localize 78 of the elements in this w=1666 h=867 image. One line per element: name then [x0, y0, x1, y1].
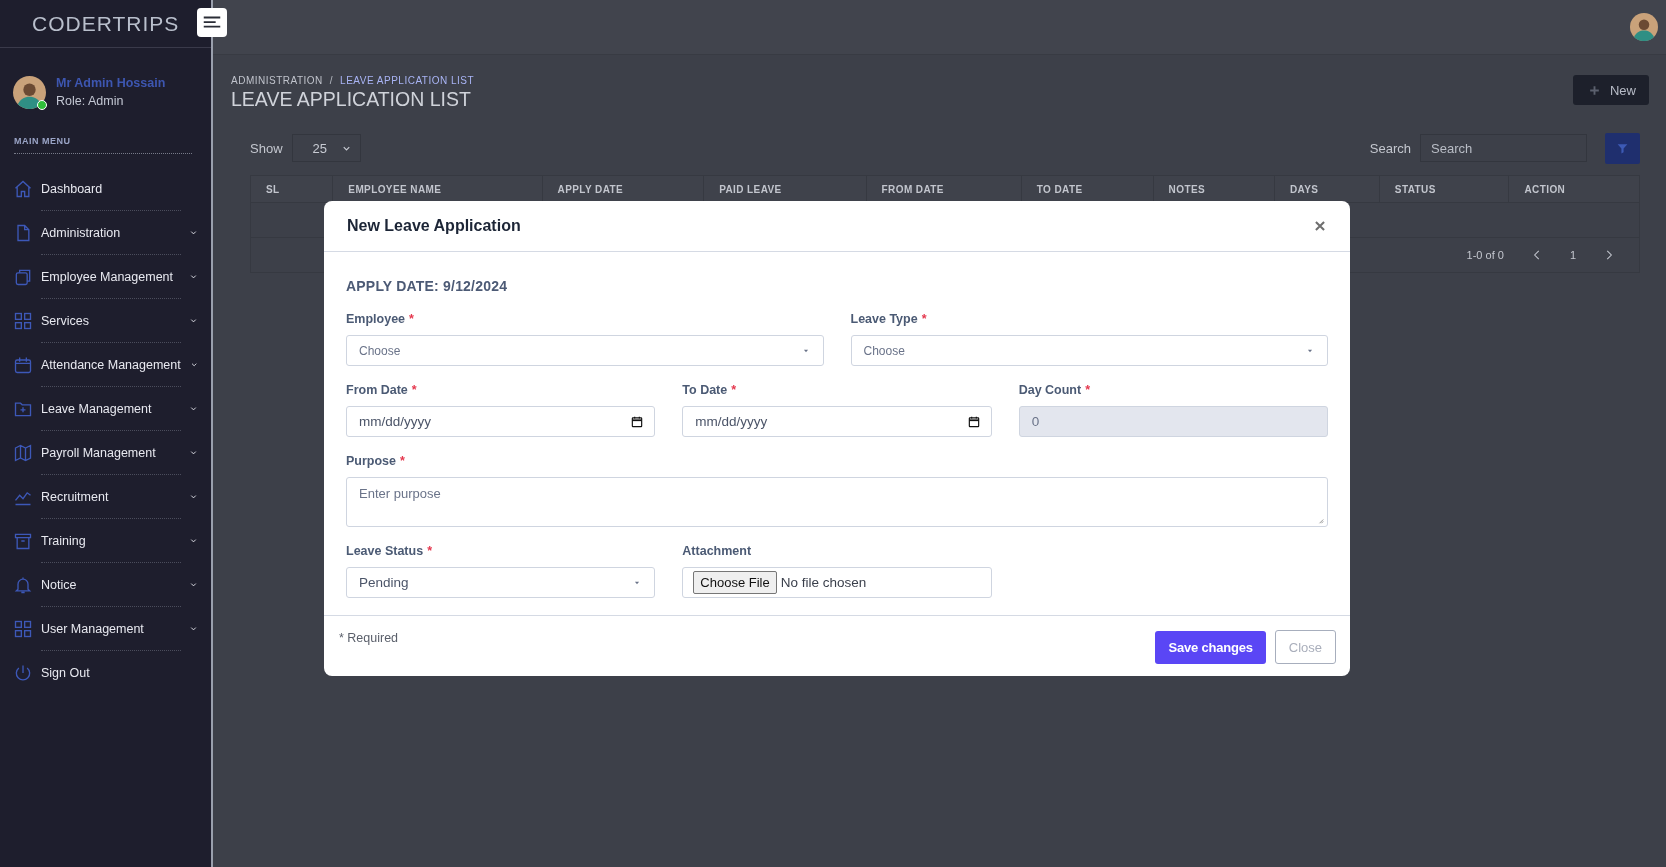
file-status: No file chosen: [780, 575, 867, 591]
column-header: ACTION: [1509, 175, 1640, 203]
user-name: Mr Admin Hossain: [56, 76, 166, 90]
column-header: APPLY DATE: [542, 175, 704, 203]
user-role: Role: Admin: [56, 94, 125, 108]
column-header: EMPLOYEE NAME: [332, 175, 543, 203]
grid-icon: [13, 618, 33, 639]
field-label: To Date: [682, 383, 728, 398]
sidebar-item[interactable]: User Management: [0, 607, 211, 650]
field-label: Day Count: [1018, 383, 1082, 398]
page-title: LEAVE APPLICATION LIST: [231, 88, 472, 111]
breadcrumb-current: LEAVE APPLICATION LIST: [340, 75, 475, 86]
sidebar-item[interactable]: Training: [0, 519, 211, 562]
column-header: PAID LEAVE: [703, 175, 867, 203]
field-label: From Date: [346, 383, 408, 398]
map-icon: [13, 442, 33, 463]
select-field[interactable]: Pending: [346, 567, 656, 599]
date-field[interactable]: mm/dd/yyyy: [346, 406, 656, 438]
text-area[interactable]: Enter purpose: [346, 477, 1328, 528]
column-header: TO DATE: [1021, 175, 1154, 203]
date-field[interactable]: mm/dd/yyyy: [682, 406, 992, 438]
sidebar-item[interactable]: Notice: [0, 563, 211, 606]
field-label: Purpose: [346, 454, 396, 469]
required-mark: *: [921, 312, 927, 327]
modal-title: New Leave Application: [347, 217, 521, 236]
user-avatar[interactable]: [1630, 13, 1658, 41]
field-label: Attachment: [682, 544, 752, 559]
column-header: STATUS: [1379, 175, 1509, 203]
field-label: Leave Status: [346, 544, 424, 559]
sidebar-item[interactable]: Attendance Management: [0, 343, 211, 386]
page-number[interactable]: 1: [1569, 249, 1576, 261]
column-header: DAYS: [1274, 175, 1380, 203]
breadcrumb-separator: /: [329, 75, 334, 86]
calendar-icon[interactable]: [966, 414, 981, 429]
grid-icon: [13, 310, 33, 331]
close-button[interactable]: [1313, 219, 1327, 234]
choose-file-button[interactable]: Choose File: [693, 571, 777, 595]
file-field[interactable]: Choose File No file chosen: [682, 567, 992, 599]
house-icon: [13, 178, 33, 199]
sidebar-item[interactable]: Employee Management: [0, 255, 211, 298]
brand-logo: CODERTRIPS: [32, 11, 180, 36]
search-field[interactable]: Search: [1420, 134, 1587, 162]
breadcrumb-link[interactable]: ADMINISTRATION: [231, 75, 323, 86]
show-label: Show: [250, 140, 283, 156]
required-note: * Required: [339, 631, 399, 648]
field-label: Leave Type: [850, 312, 918, 327]
field-label: Employee: [346, 312, 406, 327]
sidebar-item[interactable]: Sign Out: [0, 651, 211, 694]
search-label: Search: [1369, 140, 1411, 156]
filter-icon: [1616, 141, 1629, 155]
sidebar-item[interactable]: Payroll Management: [0, 431, 211, 474]
menu-button[interactable]: [197, 8, 227, 37]
required-mark: *: [731, 383, 737, 398]
plus-icon: [1588, 83, 1601, 97]
sidebar-item[interactable]: Administration: [0, 211, 211, 254]
required-mark: *: [1085, 383, 1091, 398]
sidebar-item[interactable]: Recruitment: [0, 475, 211, 518]
calendar-icon[interactable]: [630, 414, 645, 429]
close-icon: [1313, 219, 1327, 234]
menu-heading: MAIN MENU: [14, 136, 192, 154]
select-field[interactable]: Choose: [850, 335, 1328, 367]
pagination-range: 1-0 of 0: [1466, 249, 1504, 261]
apply-date: APPLY DATE: 9/12/2024: [346, 278, 509, 295]
required-mark: *: [427, 544, 432, 559]
column-header: SL: [250, 175, 333, 203]
required-mark: *: [409, 312, 414, 327]
save-button[interactable]: Save changes: [1155, 630, 1266, 664]
column-header: FROM DATE: [866, 175, 1022, 203]
required-mark: *: [411, 383, 417, 398]
sidebar-item[interactable]: Dashboard: [0, 167, 211, 210]
new-button[interactable]: New: [1573, 75, 1649, 105]
column-header: NOTES: [1153, 175, 1275, 203]
sidebar-item[interactable]: Leave Management: [0, 387, 211, 430]
page-size-select[interactable]: 25: [291, 134, 361, 162]
select-field[interactable]: Choose: [346, 335, 824, 367]
required-mark: *: [400, 454, 405, 469]
sidebar-item[interactable]: Services: [0, 299, 211, 342]
user-avatar: [13, 75, 46, 109]
